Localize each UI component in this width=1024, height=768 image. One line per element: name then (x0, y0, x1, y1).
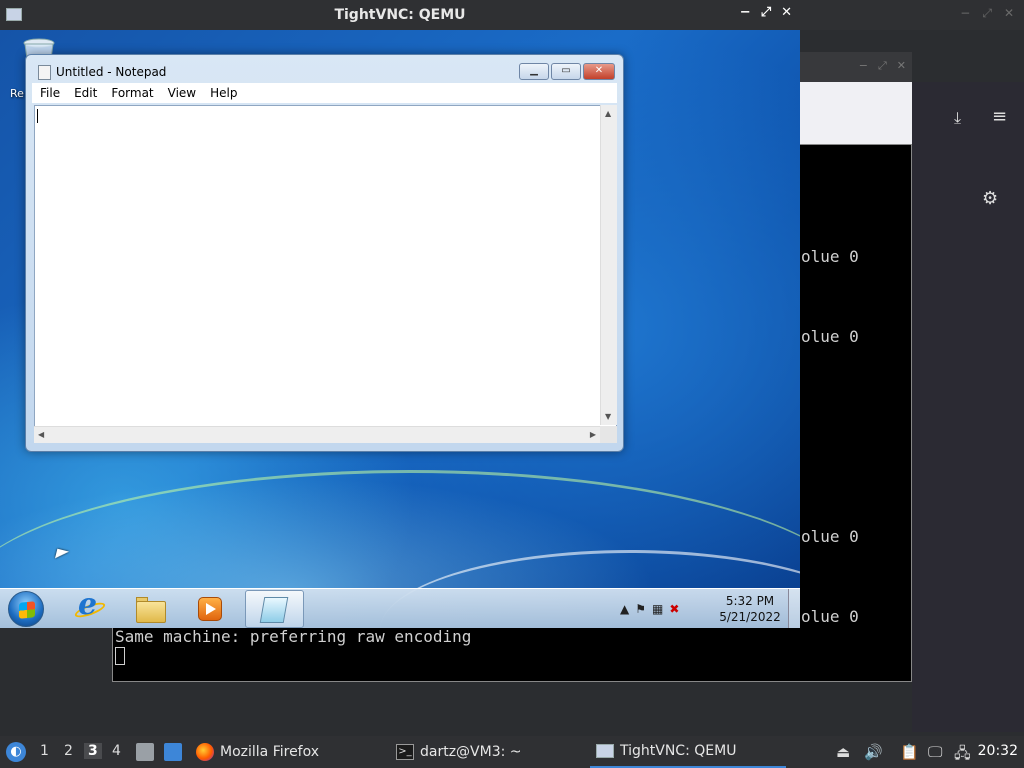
desktop-4[interactable]: 4 (112, 743, 121, 759)
ff-minimize-icon[interactable]: − (859, 59, 868, 73)
terminal-line: olue 0 (801, 327, 859, 346)
notepad-icon (259, 597, 289, 623)
explorer-folder-icon[interactable] (134, 593, 166, 625)
taskbar-notepad-button[interactable] (245, 590, 304, 628)
bg-minimize-icon[interactable]: − (960, 6, 970, 21)
firefox-icon (196, 743, 214, 761)
terminal-icon: >_ (396, 744, 414, 760)
desktop-1[interactable]: 1 (40, 743, 49, 759)
terminal-line: olue 0 (801, 527, 859, 546)
guest-clock-date: 5/21/2022 (719, 610, 781, 624)
tray-clipboard-icon[interactable]: 📋 (900, 743, 919, 761)
host-taskbar: ◐ 1 2 3 4 Mozilla Firefox >_ dartz@VM3: … (0, 736, 1024, 768)
terminal-cursor (115, 647, 125, 665)
notepad-close-button[interactable]: ✕ (583, 63, 615, 80)
show-hidden-icons-icon[interactable]: ▲ (620, 602, 629, 616)
menu-help[interactable]: Help (204, 86, 243, 100)
vnc-minimize-icon[interactable]: − (740, 5, 751, 20)
notepad-maximize-button[interactable]: ▭ (551, 63, 581, 80)
firefox-titlebar[interactable]: − ⤢ ✕ (800, 52, 912, 82)
task-firefox[interactable]: Mozilla Firefox (196, 736, 319, 768)
internet-explorer-icon[interactable]: e (73, 587, 107, 625)
guest-taskbar: e ▲ ⚑ ▦ ✖ 5:32 PM 5/21/2022 (0, 587, 800, 628)
firefox-titlebar-right (912, 52, 1024, 82)
background-window-titlebar[interactable]: − ⤢ ✕ (800, 0, 1024, 30)
task-terminal-label: dartz@VM3: ~ (420, 744, 522, 760)
host-clock[interactable]: 20:32 (978, 743, 1018, 759)
menu-file[interactable]: File (34, 86, 66, 100)
tray-network-icon[interactable]: 🖧 (954, 743, 971, 768)
notepad-text-area[interactable] (34, 105, 617, 443)
task-terminal[interactable]: >_ dartz@VM3: ~ (396, 736, 522, 768)
vnc-icon (596, 744, 614, 758)
bg-maximize-icon[interactable]: ⤢ (982, 6, 992, 21)
desktop-2[interactable]: 2 (64, 743, 73, 759)
vnc-window-title: TightVNC: QEMU (334, 7, 466, 23)
recycle-bin-label: Re (10, 87, 24, 100)
vnc-app-icon (6, 8, 22, 21)
guest-desktop[interactable]: Re Untitled - Notepad ▁ ▭ ✕ File Edit Fo… (0, 30, 800, 628)
menu-format[interactable]: Format (105, 86, 159, 100)
terminal-line: olue 0 (801, 247, 859, 266)
task-vnc[interactable]: TightVNC: QEMU (590, 736, 786, 768)
notepad-menubar: File Edit Format View Help (32, 83, 617, 103)
menu-view[interactable]: View (162, 86, 202, 100)
ff-close-icon[interactable]: ✕ (897, 59, 906, 73)
vnc-close-icon[interactable]: ✕ (781, 5, 792, 20)
menu-edit[interactable]: Edit (68, 86, 103, 100)
guest-clock-time: 5:32 PM (725, 594, 775, 608)
ff-maximize-icon[interactable]: ⤢ (878, 59, 887, 73)
firefox-toolbar-right: ⤓ ≡ (912, 82, 1024, 172)
bg-close-icon[interactable]: ✕ (1004, 6, 1014, 21)
terminal-line: olue 0 (801, 607, 859, 626)
system-tray: ▲ ⚑ ▦ ✖ (620, 589, 679, 628)
task-vnc-label: TightVNC: QEMU (620, 743, 737, 759)
firefox-page: ⚙ (912, 172, 1024, 732)
tray-drive-icon[interactable]: ⏏ (836, 743, 850, 761)
file-manager-icon[interactable] (136, 743, 154, 761)
hamburger-menu-icon[interactable]: ≡ (992, 106, 1007, 127)
tray-volume-icon[interactable]: 🔊 (864, 743, 883, 761)
notepad-app-icon (38, 65, 51, 80)
terminal-last-line: Same machine: preferring raw encoding (115, 627, 472, 646)
notepad-minimize-button[interactable]: ▁ (519, 63, 549, 80)
notepad-title: Untitled - Notepad (56, 65, 167, 79)
vnc-maximize-icon[interactable]: ⤢ (761, 5, 771, 20)
download-icon[interactable]: ⤓ (954, 108, 961, 128)
tray-display-icon[interactable]: 🖵 (928, 743, 942, 761)
application-menu-icon[interactable]: ◐ (6, 742, 26, 762)
start-button[interactable] (8, 591, 44, 627)
windows-logo-icon (19, 601, 35, 619)
desktop-3[interactable]: 3 (84, 743, 102, 759)
guest-clock[interactable]: 5:32 PM 5/21/2022 (716, 593, 784, 625)
media-player-icon[interactable] (194, 593, 226, 625)
gear-icon[interactable]: ⚙ (982, 188, 998, 209)
show-desktop-icon[interactable] (164, 743, 182, 761)
show-desktop-button[interactable] (788, 589, 800, 628)
notepad-window[interactable]: Untitled - Notepad ▁ ▭ ✕ File Edit Forma… (25, 54, 624, 452)
task-firefox-label: Mozilla Firefox (220, 744, 320, 760)
vnc-titlebar[interactable]: TightVNC: QEMU − ⤢ ✕ (0, 0, 800, 30)
action-center-flag-icon[interactable]: ⚑ (635, 602, 646, 616)
network-icon[interactable]: ▦ (652, 602, 663, 616)
volume-muted-icon[interactable]: ✖ (669, 602, 679, 616)
